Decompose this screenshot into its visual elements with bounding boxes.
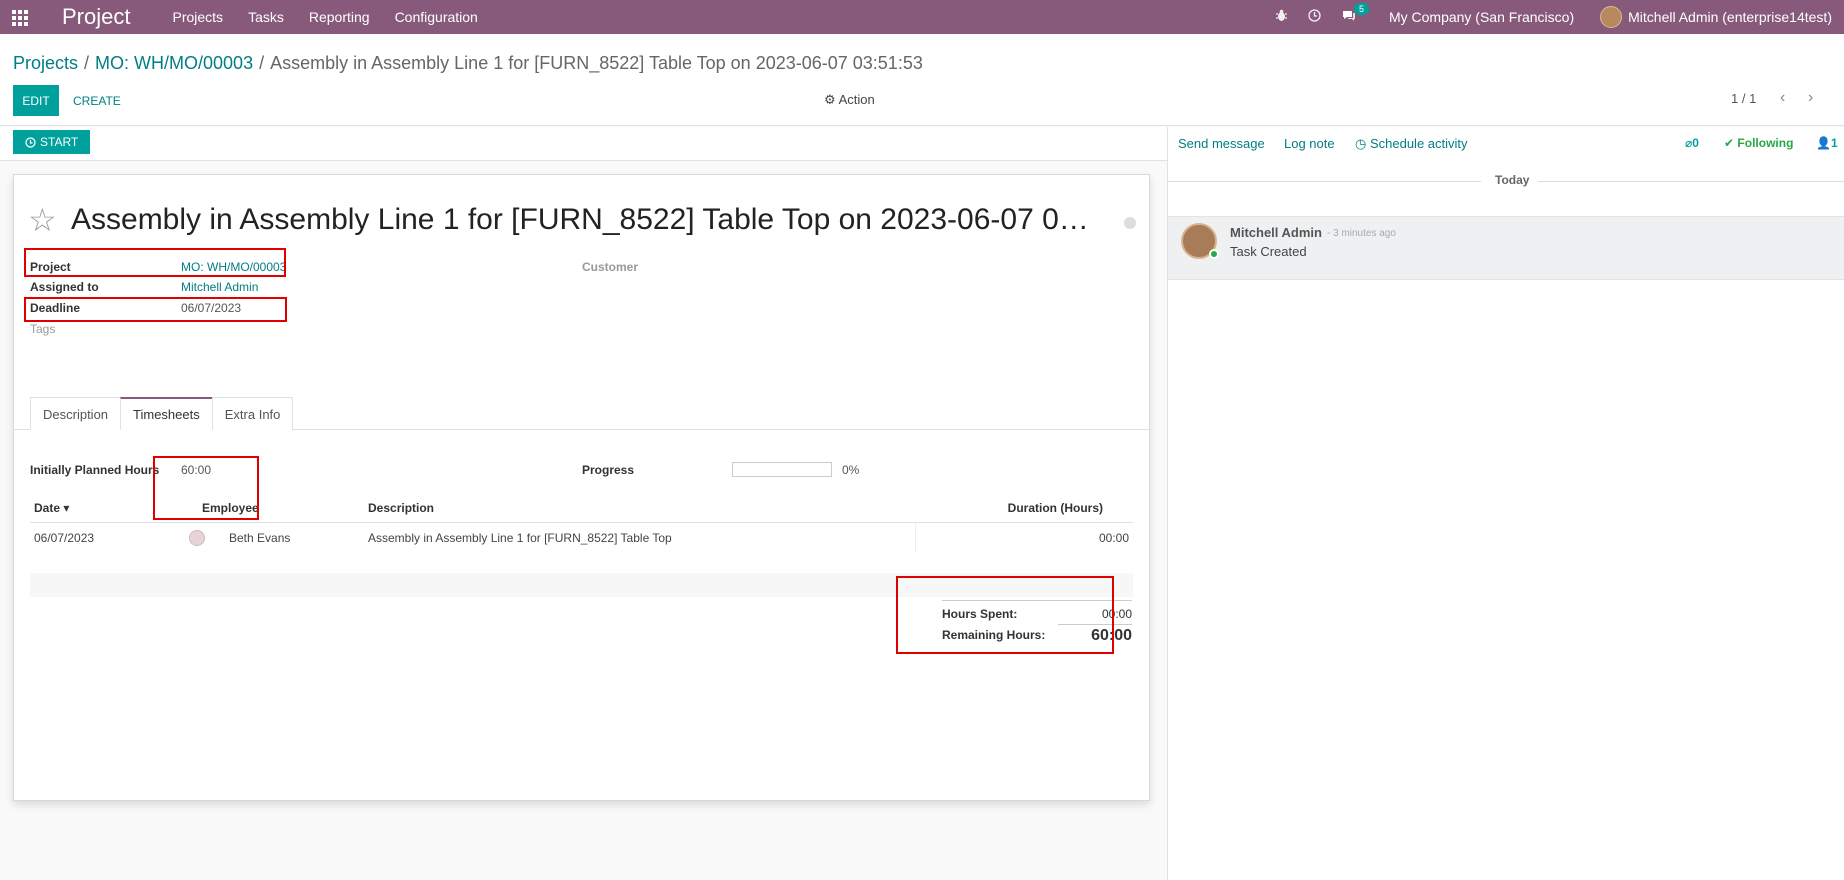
- form-sheet: ☆ Assembly in Assembly Line 1 for [FURN_…: [13, 174, 1151, 801]
- form-view: START ☆ Assembly in Assembly Line 1 for …: [0, 127, 1167, 880]
- following-button[interactable]: ✔ Following: [1724, 136, 1793, 150]
- row-employee: Beth Evans: [229, 531, 291, 545]
- column-description[interactable]: Description: [368, 501, 434, 515]
- top-navbar: Project Projects Tasks Reporting Configu…: [0, 0, 1844, 34]
- check-icon: ✔: [1724, 136, 1735, 150]
- message-author[interactable]: Mitchell Admin: [1230, 225, 1322, 240]
- clock-icon: ◷: [1355, 136, 1367, 151]
- menu-configuration[interactable]: Configuration: [395, 9, 478, 25]
- customer-label: Customer: [582, 260, 639, 274]
- highlight-box-project: [24, 248, 286, 277]
- highlight-box-employee: [153, 456, 259, 520]
- send-message-button[interactable]: Send message: [1178, 136, 1265, 151]
- assigned-field[interactable]: Mitchell Admin: [181, 280, 258, 294]
- create-button[interactable]: CREATE: [73, 85, 121, 116]
- online-status-dot: [1209, 249, 1219, 259]
- statusbar: START: [0, 127, 1167, 161]
- messages-count-badge: 5: [1353, 3, 1369, 15]
- breadcrumb-mo[interactable]: MO: WH/MO/00003: [95, 53, 253, 73]
- chatter-topbar: Send message Log note ◷ Schedule activit…: [1168, 127, 1844, 161]
- clock-icon[interactable]: [1308, 9, 1321, 25]
- messages-icon[interactable]: 5: [1341, 3, 1369, 25]
- date-separator-label: Today: [1489, 173, 1536, 187]
- main-menu: Projects Tasks Reporting Configuration: [172, 9, 477, 25]
- star-icon[interactable]: ☆: [28, 201, 57, 239]
- menu-reporting[interactable]: Reporting: [309, 9, 370, 25]
- row-duration-cell[interactable]: 00:00: [915, 523, 1133, 553]
- bug-icon[interactable]: [1275, 9, 1288, 25]
- app-brand[interactable]: Project: [62, 4, 130, 30]
- chevron-right-icon[interactable]: ›: [1808, 89, 1813, 107]
- tab-timesheets[interactable]: Timesheets: [120, 397, 213, 430]
- clock-icon: [25, 136, 36, 148]
- progress-label: Progress: [582, 463, 635, 477]
- menu-tasks[interactable]: Tasks: [248, 9, 284, 25]
- menu-projects[interactable]: Projects: [172, 9, 223, 25]
- pager-value[interactable]: 1 / 1: [1731, 91, 1756, 106]
- edit-button[interactable]: EDIT: [13, 85, 59, 116]
- caret-down-icon: ▾: [63, 501, 70, 515]
- user-icon: 👤: [1816, 136, 1831, 150]
- navbar-systray: 5 My Company (San Francisco) Mitchell Ad…: [1275, 0, 1832, 34]
- start-label: START: [40, 135, 79, 149]
- planned-hours-label: Initially Planned Hours: [30, 463, 160, 477]
- action-dropdown[interactable]: ⚙ Action: [824, 92, 875, 108]
- row-description: Assembly in Assembly Line 1 for [FURN_85…: [368, 531, 672, 545]
- start-timer-button[interactable]: START: [13, 130, 91, 154]
- followers-button[interactable]: 👤1: [1816, 136, 1838, 150]
- chatter-message: Mitchell Admin - 3 minutes ago Task Crea…: [1168, 216, 1844, 280]
- highlight-box-totals: [896, 576, 1114, 654]
- apps-menu-icon[interactable]: [12, 10, 32, 26]
- tags-label: Tags: [30, 322, 56, 336]
- action-label: Action: [838, 92, 875, 107]
- column-date[interactable]: Date ▾: [34, 501, 69, 515]
- message-time: - 3 minutes ago: [1327, 228, 1396, 239]
- employee-avatar: [189, 530, 205, 546]
- company-switcher[interactable]: My Company (San Francisco): [1389, 9, 1574, 25]
- tab-extra-info[interactable]: Extra Info: [211, 397, 294, 430]
- message-body: Task Created: [1230, 244, 1307, 259]
- assigned-label: Assigned to: [30, 280, 99, 294]
- kanban-state-dot[interactable]: [1124, 217, 1136, 229]
- task-title[interactable]: Assembly in Assembly Line 1 for [FURN_85…: [71, 203, 1121, 237]
- control-panel: Projects / MO: WH/MO/00003/Assembly in Ass…: [0, 34, 1844, 126]
- row-date: 06/07/2023: [34, 531, 95, 545]
- row-duration: 00:00: [1098, 531, 1129, 545]
- column-duration[interactable]: Duration (Hours): [1008, 501, 1103, 515]
- highlight-box-deadline: [24, 297, 287, 322]
- breadcrumb: Projects / MO: WH/MO/00003/Assembly in Ass…: [13, 53, 923, 73]
- schedule-activity-button[interactable]: ◷ Schedule activity: [1355, 136, 1468, 152]
- user-menu[interactable]: Mitchell Admin (enterprise14test): [1628, 9, 1832, 25]
- date-separator: Today: [1168, 173, 1844, 187]
- attachments-button[interactable]: ⌀0: [1685, 136, 1699, 150]
- breadcrumb-current: Assembly in Assembly Line 1 for [FURN_85…: [270, 53, 923, 73]
- chatter-panel: Send message Log note ◷ Schedule activit…: [1167, 127, 1844, 880]
- log-note-button[interactable]: Log note: [1284, 136, 1335, 151]
- user-avatar[interactable]: [1600, 6, 1623, 28]
- notebook-tabs: Description Timesheets Extra Info: [30, 397, 294, 430]
- gear-icon: ⚙: [824, 92, 836, 107]
- tab-description[interactable]: Description: [30, 397, 122, 430]
- chevron-left-icon[interactable]: ‹: [1780, 89, 1785, 107]
- progress-value: 0%: [842, 463, 860, 477]
- progress-bar: [732, 462, 832, 477]
- breadcrumb-projects[interactable]: Projects: [13, 53, 78, 73]
